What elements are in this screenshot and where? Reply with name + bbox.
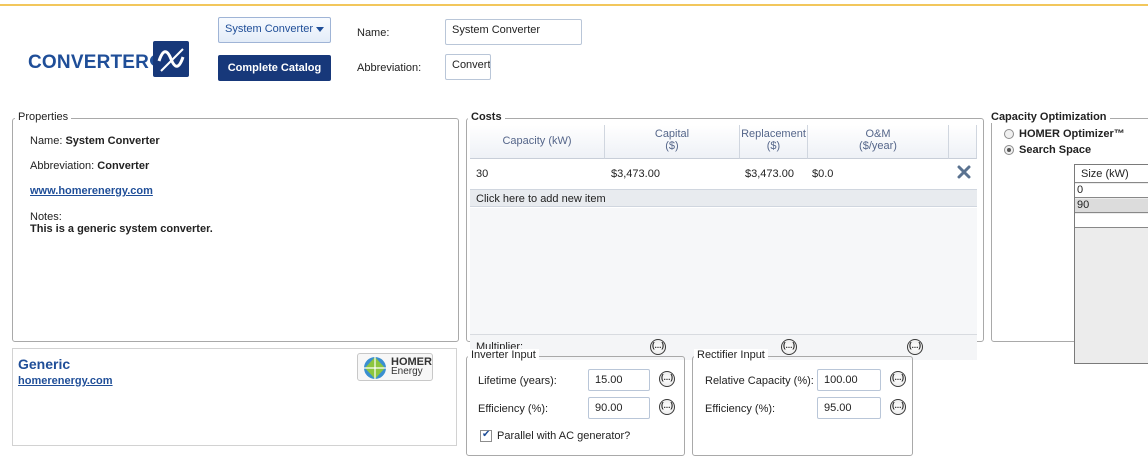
capital-header-line2: ($)	[665, 140, 679, 152]
size-row[interactable]: 90	[1075, 199, 1148, 213]
relative-capacity-button[interactable]: (...)	[890, 371, 906, 387]
parallel-ac-option[interactable]: Parallel with AC generator?	[480, 429, 631, 443]
properties-abbr-value: Converter	[97, 160, 150, 172]
replacement-multiplier-button[interactable]: (...)	[781, 339, 797, 355]
capacity-optimization-title: Capacity Optimization	[988, 111, 1110, 123]
delete-row-icon[interactable]	[957, 165, 971, 182]
replacement-header-line2: ($)	[766, 140, 781, 152]
properties-group: Properties Name: System Converter Abbrev…	[12, 111, 459, 342]
component-title: CONVERTERi	[28, 52, 162, 74]
inverter-input-title: Inverter Input	[468, 349, 539, 361]
manufacturer-title: Generic	[18, 356, 71, 372]
abbreviation-label: Abbreviation:	[357, 62, 422, 74]
column-header-capital: Capital ($)	[605, 125, 740, 159]
properties-abbreviation: Abbreviation: Converter	[30, 160, 149, 172]
capital-header-line1: Capital	[654, 128, 690, 140]
component-title-text: CONVERTER	[28, 52, 150, 73]
inverter-lifetime-field[interactable]: 15.00	[588, 369, 650, 391]
search-space-option[interactable]: Search Space	[1004, 144, 1091, 156]
column-header-capacity: Capacity (kW)	[470, 125, 605, 159]
rectifier-efficiency-field[interactable]: 95.00	[817, 397, 881, 419]
table-row[interactable]: 30 $3,473.00 $3,473.00 $0.0	[470, 159, 977, 189]
inverter-input-group: Inverter Input Lifetime (years): 15.00 (…	[466, 349, 685, 456]
column-header-replacement: Replacement ($)	[740, 125, 808, 159]
complete-catalog-button[interactable]: Complete Catalog	[218, 55, 331, 81]
costs-group: Costs Capacity (kW) Capital ($) Replacem…	[466, 111, 984, 360]
top-accent-line	[0, 4, 1148, 6]
size-grid: Size (kW) 0 90	[1074, 164, 1148, 364]
properties-name: Name: System Converter	[30, 135, 160, 147]
converter-select[interactable]: System Converter	[218, 17, 331, 43]
rectifier-efficiency-label: Efficiency (%):	[705, 403, 776, 415]
notes-label: Notes:	[30, 211, 62, 223]
capacity-header-text: Capacity (kW)	[502, 135, 572, 147]
inverter-efficiency-button[interactable]: (...)	[659, 399, 675, 415]
add-new-item-row[interactable]: Click here to add new item	[470, 189, 977, 207]
lifetime-label: Lifetime (years):	[478, 375, 557, 387]
homer-optimizer-radio[interactable]	[1004, 129, 1014, 140]
cell-om[interactable]: $0.0	[812, 168, 833, 180]
cell-capacity[interactable]: 30	[476, 168, 488, 180]
cell-capital[interactable]: $3,473.00	[611, 168, 660, 180]
om-multiplier-button[interactable]: (...)	[907, 339, 923, 355]
homer-energy-logo: HOMER Energy	[357, 353, 433, 381]
properties-name-value: System Converter	[65, 135, 160, 147]
parallel-ac-label: Parallel with AC generator?	[497, 430, 631, 442]
inverter-efficiency-field[interactable]: 90.00	[588, 397, 650, 419]
chevron-down-icon	[316, 27, 324, 32]
homer-globe-icon	[364, 357, 386, 379]
name-label: Name:	[357, 27, 390, 39]
manufacturer-link[interactable]: homerenergy.com	[18, 375, 113, 387]
capacity-optimization-group: Capacity Optimization HOMER Optimizer™ S…	[988, 111, 1148, 364]
homer-logo-line2: Energy	[391, 366, 423, 377]
homer-optimizer-option[interactable]: HOMER Optimizer™	[1004, 128, 1125, 140]
capital-multiplier-button[interactable]: (...)	[650, 339, 666, 355]
converter-select-value: System Converter	[225, 23, 314, 35]
homer-optimizer-label: HOMER Optimizer™	[1019, 128, 1125, 140]
properties-title: Properties	[15, 111, 72, 123]
costs-empty-area	[470, 208, 977, 334]
column-header-action	[949, 125, 977, 159]
properties-name-label: Name:	[30, 135, 63, 147]
search-space-label: Search Space	[1019, 144, 1092, 156]
abbreviation-field[interactable]: Convert	[445, 54, 491, 80]
column-header-om: O&M ($/year)	[808, 125, 949, 159]
rectifier-input-group: Rectifier Input Relative Capacity (%): 1…	[692, 349, 913, 456]
om-header-line1: O&M	[865, 128, 891, 140]
om-header-line2: ($/year)	[859, 140, 897, 152]
size-row[interactable]: 0	[1075, 184, 1148, 198]
size-row[interactable]	[1075, 214, 1148, 228]
inverter-efficiency-label: Efficiency (%):	[478, 403, 549, 415]
name-field[interactable]: System Converter	[445, 19, 582, 45]
size-grid-header: Size (kW)	[1075, 165, 1148, 183]
relative-capacity-field[interactable]: 100.00	[817, 369, 881, 391]
properties-abbr-label: Abbreviation:	[30, 160, 95, 172]
replacement-header-line1: Replacement	[741, 128, 806, 140]
rectifier-efficiency-button[interactable]: (...)	[890, 399, 906, 415]
homer-website-link[interactable]: www.homerenergy.com	[30, 185, 153, 197]
manufacturer-card: Generic homerenergy.com HOMER Energy	[12, 348, 457, 446]
inverter-lifetime-button[interactable]: (...)	[659, 371, 675, 387]
cell-replacement[interactable]: $3,473.00	[745, 168, 794, 180]
converter-logo-icon	[153, 41, 189, 77]
rectifier-input-title: Rectifier Input	[694, 349, 768, 361]
search-space-radio[interactable]	[1004, 145, 1014, 156]
parallel-ac-checkbox[interactable]	[480, 429, 492, 443]
notes-value: This is a generic system converter.	[30, 223, 213, 235]
relative-capacity-label: Relative Capacity (%):	[705, 375, 814, 387]
costs-title: Costs	[468, 111, 505, 123]
